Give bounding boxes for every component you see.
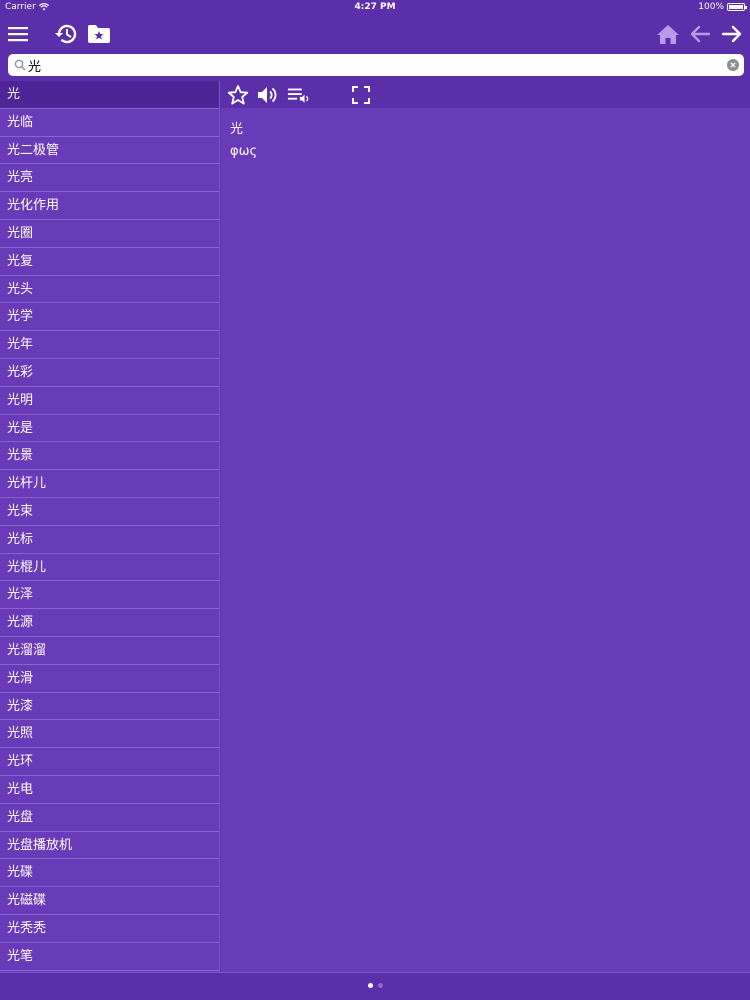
- word-list-item[interactable]: 光标: [0, 526, 219, 554]
- clear-search-icon[interactable]: [727, 59, 739, 71]
- word-list-item[interactable]: 光: [0, 81, 219, 109]
- word-list-item[interactable]: 光明: [0, 387, 219, 415]
- battery-indicator: 100%: [698, 2, 747, 12]
- word-list-item[interactable]: 光化作用: [0, 192, 219, 220]
- word-list-item[interactable]: 光是: [0, 415, 219, 443]
- word-list-item[interactable]: 光笔: [0, 943, 219, 971]
- translation: φως: [230, 144, 258, 159]
- history-icon[interactable]: [52, 20, 80, 48]
- word-list-item[interactable]: 光学: [0, 303, 219, 332]
- top-toolbar: [0, 16, 750, 52]
- word-list-item[interactable]: 光秃秃: [0, 915, 219, 943]
- playlist-speaker-icon[interactable]: [287, 83, 311, 107]
- page-dot[interactable]: [367, 983, 373, 988]
- word-list-item[interactable]: 光复: [0, 248, 219, 276]
- word-list-item[interactable]: 光滑: [0, 665, 219, 693]
- page-dot[interactable]: [377, 983, 383, 988]
- word-list-item[interactable]: 光泽: [0, 581, 219, 610]
- word-list-item[interactable]: 光照: [0, 720, 219, 749]
- clock: 4:27 PM: [354, 2, 396, 12]
- bottom-bar: [0, 972, 750, 1000]
- back-arrow-icon[interactable]: [686, 20, 714, 48]
- search-bar: [8, 54, 744, 76]
- word-list-item[interactable]: 光二极管: [0, 137, 219, 165]
- word-list: 光光临 光二极管 光亮 光化作用 光圈 光复 光头 光学 光年 光彩 光明 光是 光景 光杆儿 光束 光标 光棍…: [0, 81, 220, 972]
- word-list-item[interactable]: 光溜溜: [0, 637, 219, 665]
- forward-arrow-icon[interactable]: [718, 20, 746, 48]
- word-list-item[interactable]: 光棍儿: [0, 554, 219, 582]
- status-bar: Carrier 4:27 PM 100%: [0, 0, 750, 16]
- word-list-item[interactable]: 光束: [0, 498, 219, 526]
- word-list-item[interactable]: 光杆儿: [0, 470, 219, 498]
- fullscreen-icon[interactable]: [349, 83, 373, 107]
- word-list-item[interactable]: 光源: [0, 609, 219, 637]
- word-list-item[interactable]: 光盘: [0, 804, 219, 832]
- speaker-icon[interactable]: [256, 83, 280, 107]
- word-list-item[interactable]: 光漆: [0, 693, 219, 721]
- page-indicator[interactable]: [0, 983, 750, 988]
- favorites-folder-icon[interactable]: [85, 20, 113, 48]
- search-input[interactable]: [28, 55, 718, 75]
- menu-icon[interactable]: [4, 20, 32, 48]
- word-list-item[interactable]: 光电: [0, 776, 219, 804]
- word-list-item[interactable]: 光景: [0, 442, 219, 471]
- word-list-item[interactable]: 光亮: [0, 164, 219, 193]
- word-list-item[interactable]: 光年: [0, 331, 219, 359]
- word-list-item[interactable]: 光磁碟: [0, 887, 219, 915]
- detail-toolbar: [221, 81, 750, 108]
- word-list-item[interactable]: 光头: [0, 276, 219, 304]
- word-list-item[interactable]: 光碟: [0, 859, 219, 888]
- word-list-item[interactable]: 光圈: [0, 220, 219, 248]
- word-list-item[interactable]: 光环: [0, 748, 219, 776]
- battery-icon: [727, 3, 747, 11]
- definition-pane: 光 φως: [221, 108, 750, 972]
- word-list-item[interactable]: 光盘播放机: [0, 832, 219, 860]
- headword: 光: [230, 122, 244, 137]
- word-list-item[interactable]: 光彩: [0, 359, 219, 387]
- word-list-item[interactable]: 光临: [0, 109, 219, 137]
- star-icon[interactable]: [226, 83, 250, 107]
- home-icon[interactable]: [654, 20, 682, 48]
- search-icon: [14, 59, 26, 71]
- battery-percentage: 100%: [698, 2, 724, 12]
